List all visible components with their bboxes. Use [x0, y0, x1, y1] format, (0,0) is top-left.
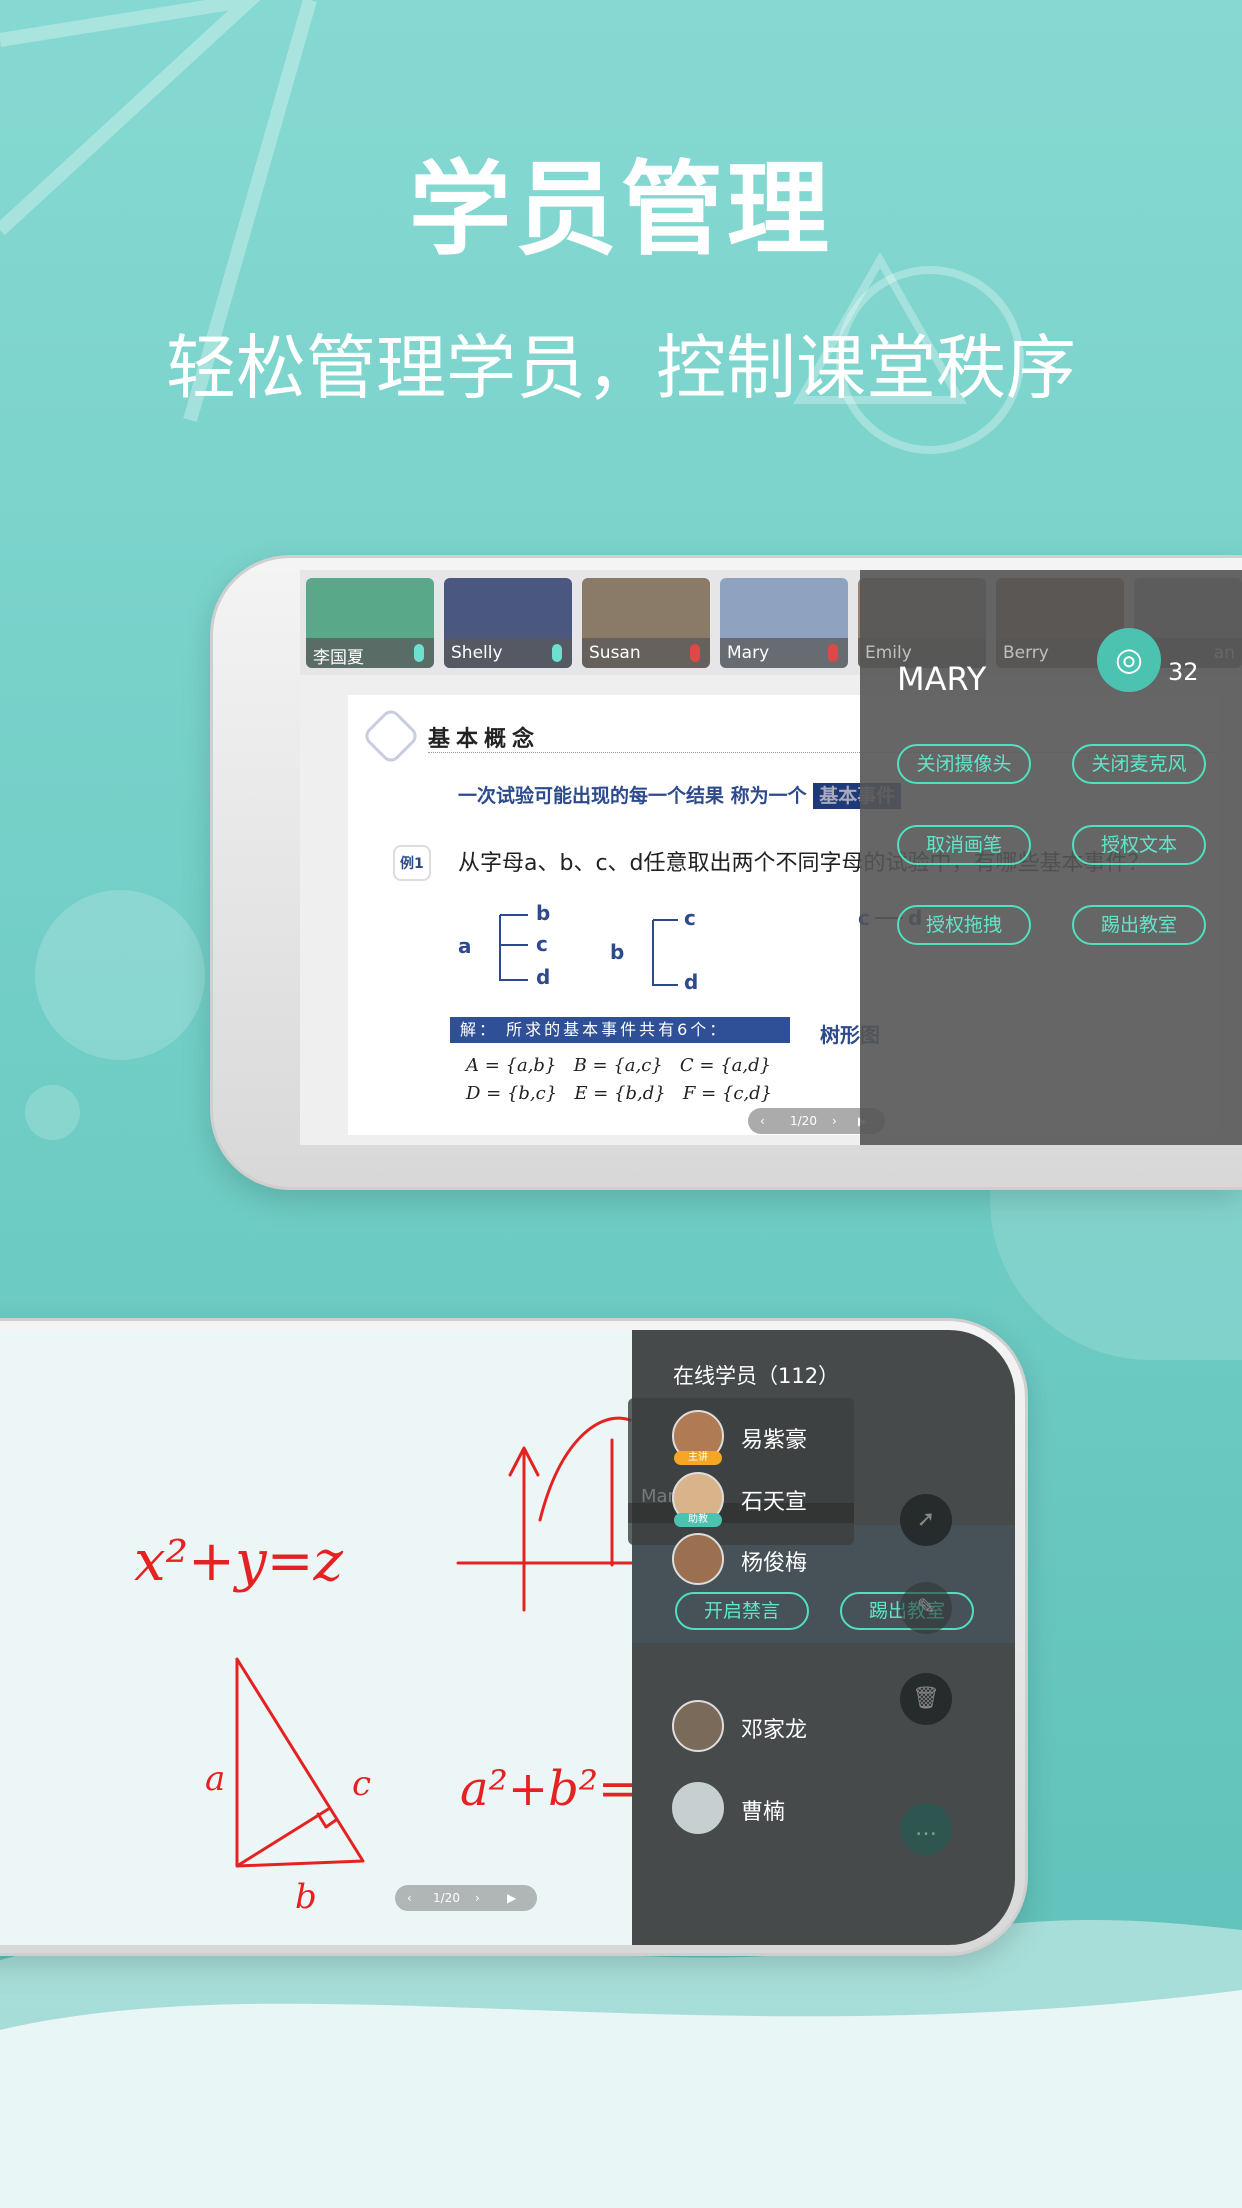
- grant-text-button[interactable]: 授权文本: [1072, 825, 1206, 865]
- online-students-panel: 在线学员（112） Mark 主讲 易紫豪 助教 石天宣 杨俊梅 开启禁言 踢出…: [628, 1330, 1015, 1945]
- student-name: Shelly: [451, 643, 503, 663]
- play-button[interactable]: ▶: [507, 1885, 516, 1911]
- prev-page-button[interactable]: ‹: [760, 1108, 765, 1134]
- lollipop-count: 32: [1168, 658, 1199, 686]
- triangle-label-a: a: [205, 1759, 225, 1799]
- student-name: Mary: [727, 643, 770, 663]
- next-page-button[interactable]: ›: [832, 1108, 837, 1134]
- triangle-label-c: c: [352, 1764, 371, 1804]
- student-control-panel: MARY ◎ 32 关闭摄像头 关闭麦克风 取消画笔 授权文本 授权拖拽 踢出教…: [860, 570, 1242, 1145]
- classroom-screen: 李国夏 Shelly Susan Mary Emily Berry an 基本概…: [300, 570, 1242, 1145]
- student-name: 易紫豪: [741, 1428, 808, 1453]
- tree1-root: a: [458, 934, 472, 958]
- video-tile[interactable]: Susan: [582, 578, 710, 668]
- grant-drag-button[interactable]: 授权拖拽: [897, 905, 1031, 945]
- kick-out-button[interactable]: 踢出教室: [1072, 905, 1206, 945]
- handwritten-equation: x²+y=z: [134, 1529, 344, 1594]
- avatar: [672, 1533, 724, 1585]
- section-icon: [361, 706, 421, 766]
- video-tile[interactable]: Mary: [720, 578, 848, 668]
- mic-muted-icon[interactable]: [690, 644, 700, 662]
- page-title: 学员管理: [409, 151, 833, 270]
- student-name: MARY: [897, 660, 987, 698]
- video-tile[interactable]: Shelly: [444, 578, 572, 668]
- tree-leaf: c: [536, 932, 548, 956]
- definition-text: 一次试验可能出现的每一个结果 称为一个: [458, 785, 807, 807]
- default-avatar-icon: [672, 1782, 724, 1834]
- sets-row: D = {b,c} E = {b,d} F = {c,d}: [466, 1083, 773, 1104]
- tree-leaf: c: [684, 906, 696, 930]
- student-name: 杨俊梅: [741, 1551, 808, 1576]
- student-name: 李国夏: [313, 648, 364, 668]
- next-page-button[interactable]: ›: [475, 1885, 480, 1911]
- tree-leaf: d: [536, 965, 550, 989]
- definition: 一次试验可能出现的每一个结果 称为一个 基本事件: [458, 781, 902, 809]
- revoke-pen-button[interactable]: 取消画笔: [897, 825, 1031, 865]
- chat-icon[interactable]: …: [900, 1803, 952, 1855]
- decor-lines: [0, 0, 1024, 454]
- tree-leaf: d: [684, 970, 698, 994]
- solution-banner: 解： 所求的基本事件共有6个：: [450, 1017, 790, 1043]
- decor-circle: [25, 1085, 80, 1140]
- lollipop-icon: ◎: [1097, 628, 1161, 692]
- whiteboard-pager: ‹ 1/20 › ▶: [395, 1885, 537, 1911]
- floating-video-mark[interactable]: Mark: [628, 1398, 854, 1545]
- student-name: 石天宣: [741, 1490, 808, 1515]
- role-badge: 助教: [674, 1513, 722, 1527]
- cursor-add-icon[interactable]: ➚: [900, 1494, 952, 1546]
- sets-row: A = {a,b} B = {a,c} C = {a,d}: [466, 1055, 772, 1076]
- student-name: Berry: [1003, 643, 1049, 663]
- tree-leaf: b: [536, 901, 550, 925]
- disable-camera-button[interactable]: 关闭摄像头: [897, 744, 1031, 784]
- student-name: Susan: [589, 643, 641, 663]
- disable-mic-button[interactable]: 关闭麦克风: [1072, 744, 1206, 784]
- role-badge: 主讲: [674, 1451, 722, 1465]
- panel-title: 在线学员（112）: [673, 1364, 840, 1388]
- brush-icon[interactable]: ✎: [900, 1582, 952, 1634]
- section-title: 基本概念: [428, 727, 541, 752]
- mic-icon[interactable]: [552, 644, 562, 662]
- triangle-label-b: b: [295, 1877, 317, 1917]
- page-indicator: 1/20: [790, 1114, 817, 1128]
- trash-icon[interactable]: 🗑: [900, 1673, 952, 1725]
- tree2-root: b: [610, 940, 624, 964]
- video-tile[interactable]: 李国夏: [306, 578, 434, 668]
- mic-muted-icon[interactable]: [828, 644, 838, 662]
- student-name: Emily: [865, 643, 912, 663]
- student-name: 邓家龙: [741, 1718, 808, 1743]
- mic-icon[interactable]: [414, 644, 424, 662]
- whiteboard-drawing[interactable]: x²+y=z a b c a²+b²=c²: [0, 1330, 632, 1945]
- avatar: [672, 1700, 724, 1752]
- student-name: 曹楠: [741, 1800, 786, 1825]
- page-subtitle: 轻松管理学员，控制课堂秩序: [166, 327, 1076, 409]
- page-indicator: 1/20: [433, 1891, 460, 1905]
- decor-circle: [35, 890, 205, 1060]
- handwritten-pythagoras: a²+b²=c²: [460, 1761, 632, 1817]
- whiteboard-screen: x²+y=z a b c a²+b²=c² ‹ 1/20 › ▶ 在线学员（11…: [0, 1330, 1015, 1945]
- prev-page-button[interactable]: ‹: [407, 1885, 412, 1911]
- mute-student-button[interactable]: 开启禁言: [675, 1592, 809, 1630]
